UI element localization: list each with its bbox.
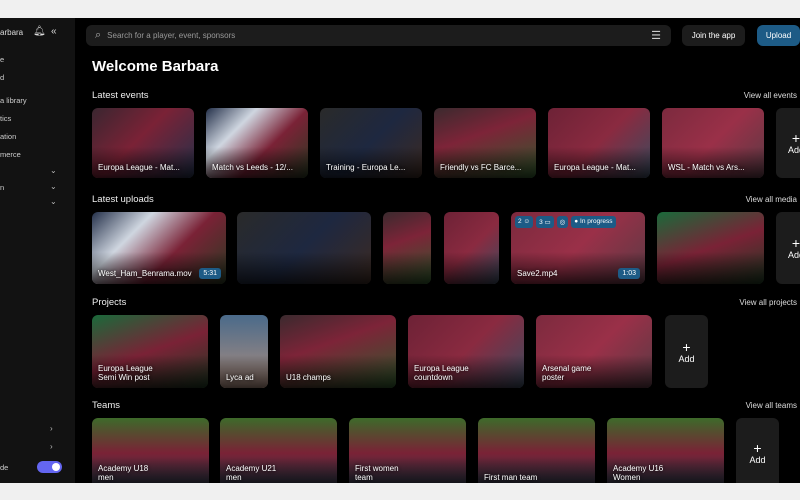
search-placeholder: Search for a player, event, sponsors bbox=[107, 31, 236, 40]
section-title: Latest events bbox=[92, 90, 149, 101]
chevron-down-icon[interactable]: ⌄ bbox=[50, 166, 57, 175]
events-card[interactable]: Europa League - Mat... bbox=[548, 108, 650, 178]
card-label: West_Ham_Benrama.mov bbox=[98, 269, 192, 279]
uploads-card[interactable] bbox=[383, 212, 431, 284]
card-label: Academy U18 men bbox=[98, 463, 149, 483]
card-label: Europa League - Mat... bbox=[98, 163, 180, 173]
card-label: U18 champs bbox=[286, 373, 331, 383]
search-icon: ⌕ bbox=[95, 29, 102, 41]
add-label: Add bbox=[787, 250, 800, 260]
card-label: Academy U21 men bbox=[226, 463, 277, 483]
sidebar-item-analytics[interactable]: tics bbox=[0, 114, 11, 123]
uploads-card[interactable] bbox=[237, 212, 371, 284]
duration-badge: 1:03 bbox=[618, 268, 640, 279]
section-title: Teams bbox=[92, 400, 120, 411]
sidebar-item-dashboard[interactable]: d bbox=[0, 73, 4, 82]
bell-icon[interactable]: 🔔︎ bbox=[33, 26, 46, 37]
card-label: WSL - Match vs Ars... bbox=[668, 163, 745, 173]
card-label: First man team bbox=[484, 473, 538, 483]
projects-card[interactable]: Lyca ad bbox=[220, 315, 268, 388]
section-title: Projects bbox=[92, 297, 127, 308]
add-label: Add bbox=[787, 145, 800, 155]
filter-icon[interactable]: ☰ bbox=[651, 29, 661, 42]
teams-card[interactable]: Academy U16 Women bbox=[607, 418, 724, 483]
view-all-media-link[interactable]: View all media bbox=[746, 195, 797, 204]
sidebar-item-commerce[interactable]: merce bbox=[0, 150, 21, 159]
projects-card[interactable]: Europa League Semi Win post bbox=[92, 315, 208, 388]
events-card[interactable]: Friendly vs FC Barce... bbox=[434, 108, 536, 178]
section-title: Latest uploads bbox=[92, 194, 154, 205]
card-label: Academy U16 Women bbox=[613, 463, 664, 483]
dark-mode-toggle[interactable] bbox=[37, 461, 62, 473]
teams-card[interactable]: Academy U21 men bbox=[220, 418, 337, 483]
uploads-card[interactable]: West_Ham_Benrama.mov 5:31 bbox=[92, 212, 226, 284]
chevron-down-icon[interactable]: ⌄ bbox=[50, 182, 57, 191]
plus-icon: + bbox=[682, 338, 691, 355]
card-label: Friendly vs FC Barce... bbox=[440, 163, 522, 173]
sidebar-item-media-library[interactable]: a library bbox=[0, 96, 27, 105]
add-uploads-button[interactable]: +Add bbox=[776, 212, 800, 284]
plus-icon: + bbox=[791, 235, 800, 251]
plus-icon: + bbox=[753, 440, 762, 456]
status-badge: ● In progress bbox=[571, 216, 616, 228]
page-title: Welcome Barbara bbox=[92, 58, 219, 75]
status-badge: 3 ▭ bbox=[536, 216, 554, 228]
events-card[interactable]: Match vs Leeds - 12/... bbox=[206, 108, 308, 178]
view-all-projects-link[interactable]: View all projects bbox=[739, 298, 797, 307]
status-badge: 2 ☺ bbox=[515, 216, 534, 228]
events-card[interactable]: Europa League - Mat... bbox=[92, 108, 194, 178]
projects-card[interactable]: Arsenal game poster bbox=[536, 315, 652, 388]
teams-card[interactable]: First women team bbox=[349, 418, 466, 483]
app-window: arbara 🔔︎ « e d a library tics ation mer… bbox=[0, 18, 800, 483]
uploads-card[interactable] bbox=[444, 212, 499, 284]
add-projects-button[interactable]: + Add bbox=[665, 315, 708, 388]
card-label: Arsenal game poster bbox=[542, 363, 592, 383]
card-label: Europa League countdown bbox=[414, 363, 469, 383]
plus-icon: + bbox=[791, 130, 800, 146]
view-all-events-link[interactable]: View all events bbox=[744, 91, 797, 100]
add-label: Add bbox=[678, 353, 695, 364]
collapse-sidebar-icon[interactable]: « bbox=[51, 26, 57, 37]
teams-card[interactable]: First man team bbox=[478, 418, 595, 483]
chevron-right-icon[interactable]: › bbox=[50, 424, 53, 433]
teams-card[interactable]: Academy U18 men bbox=[92, 418, 209, 483]
uploads-card[interactable] bbox=[657, 212, 764, 284]
card-label: Match vs Leeds - 12/... bbox=[212, 163, 293, 173]
join-app-button[interactable]: Join the app bbox=[682, 25, 745, 46]
events-card[interactable]: Training - Europa Le... bbox=[320, 108, 422, 178]
card-label: Save2.mp4 bbox=[517, 269, 558, 279]
duration-badge: 5:31 bbox=[199, 268, 221, 279]
projects-card[interactable]: Europa League countdown bbox=[408, 315, 524, 388]
sidebar-item-automation[interactable]: ation bbox=[0, 132, 16, 141]
add-teams-button[interactable]: + Add bbox=[736, 418, 779, 483]
dark-mode-label: de bbox=[0, 463, 9, 472]
add-events-button[interactable]: +Add bbox=[776, 108, 800, 178]
card-label: Europa League Semi Win post bbox=[98, 363, 153, 383]
card-label: First women team bbox=[355, 463, 399, 483]
card-label: Lyca ad bbox=[226, 373, 254, 383]
add-label: Add bbox=[749, 455, 766, 465]
chevron-right-icon[interactable]: › bbox=[50, 442, 53, 451]
card-label: Training - Europa Le... bbox=[326, 163, 406, 173]
user-name: arbara bbox=[0, 28, 24, 37]
uploads-card[interactable]: Save2.mp4 1:03 2 ☺ 3 ▭ ◎ ● In progress bbox=[511, 212, 645, 284]
status-badges: 2 ☺ 3 ▭ ◎ ● In progress bbox=[515, 216, 616, 228]
upload-button[interactable]: Upload bbox=[757, 25, 800, 46]
sidebar-item-section[interactable]: n bbox=[0, 183, 4, 192]
view-all-teams-link[interactable]: View all teams bbox=[746, 401, 797, 410]
status-badge: ◎ bbox=[556, 216, 569, 228]
sidebar: arbara 🔔︎ « e d a library tics ation mer… bbox=[0, 18, 75, 483]
search-input[interactable]: ⌕ Search for a player, event, sponsors ☰ bbox=[86, 25, 671, 46]
card-label: Europa League - Mat... bbox=[554, 163, 636, 173]
sidebar-item-home[interactable]: e bbox=[0, 55, 4, 64]
projects-card[interactable]: U18 champs bbox=[280, 315, 396, 388]
events-card[interactable]: WSL - Match vs Ars... bbox=[662, 108, 764, 178]
chevron-down-icon[interactable]: ⌄ bbox=[50, 197, 57, 206]
